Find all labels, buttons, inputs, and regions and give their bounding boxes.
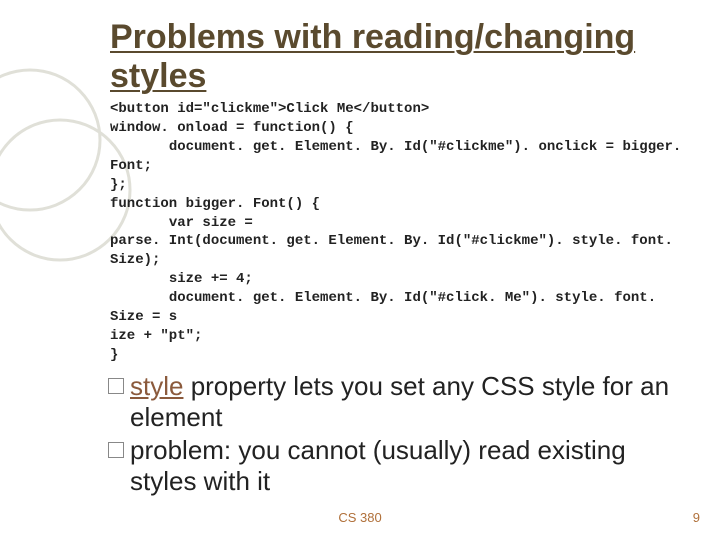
slide-title: Problems with reading/changing styles [110,18,692,96]
bullet-item: style property lets you set any CSS styl… [130,371,692,433]
bullet-item: problem: you cannot (usually) read exist… [130,435,692,497]
footer-course: CS 380 [338,510,381,525]
bullet-list: style property lets you set any CSS styl… [110,371,692,498]
bullet-text: property lets you set any CSS style for … [130,371,669,432]
code-snippet: <button id="clickme">Click Me</button> w… [110,100,692,364]
slide-number: 9 [693,510,700,525]
bullet-text: problem: you cannot (usually) read exist… [130,435,626,496]
style-link[interactable]: style [130,371,183,401]
slide-content: Problems with reading/changing styles <b… [0,0,720,497]
